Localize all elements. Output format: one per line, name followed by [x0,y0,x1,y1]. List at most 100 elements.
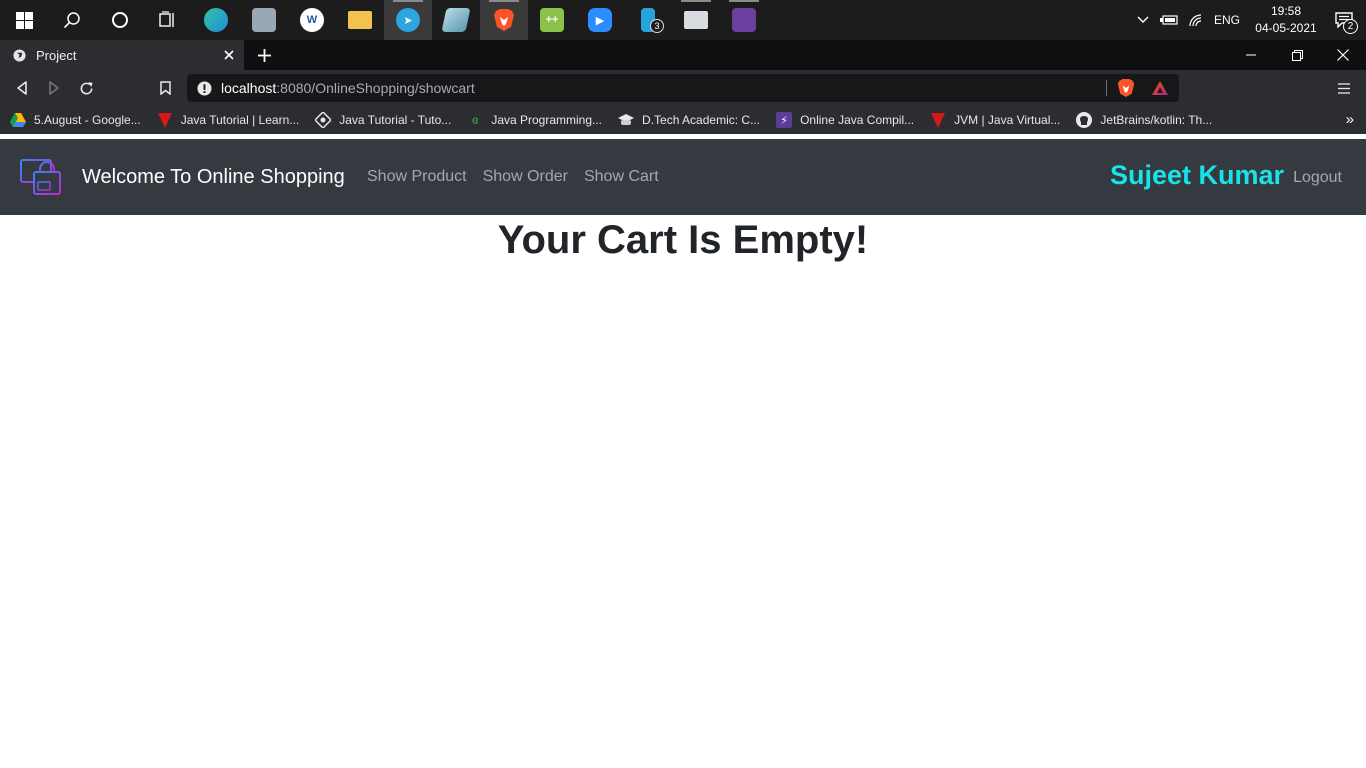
bookmark-item[interactable]: ⚡ Online Java Compil... [776,112,914,128]
phone-link-badge: 3 [650,19,664,33]
brave-rewards-icon[interactable] [1151,80,1169,96]
bookmark-item[interactable]: D.Tech Academic: C... [618,112,760,128]
globe-icon [13,48,26,62]
cortana-button[interactable] [96,0,144,40]
input-language[interactable]: ENG [1208,13,1250,27]
close-window-icon [1337,49,1349,61]
bookmark-item[interactable]: ɞ Java Programming... [467,112,602,128]
tab-title: Project [36,47,77,63]
javatpoint-icon [930,112,946,128]
reload-icon [80,81,93,94]
url-host: localhost [221,80,277,96]
action-center-button[interactable]: 2 [1322,0,1366,40]
notes-app-icon [441,8,471,32]
task-view-icon [159,11,174,27]
file-explorer-icon [348,11,372,29]
taskbar-notes-app[interactable] [432,0,480,40]
start-button[interactable] [0,0,48,40]
taskbar-brave[interactable] [480,0,528,40]
logout-link[interactable]: Logout [1293,169,1342,187]
word-icon: W [300,8,324,32]
clock[interactable]: 19:58 04-05-2021 [1250,3,1322,37]
bookmark-item[interactable]: JetBrains/kotlin: Th... [1076,112,1212,128]
bookmark-page-button[interactable] [151,74,179,102]
game-app-icon [732,8,756,32]
taskbar-notepad-plus[interactable]: ++ [528,0,576,40]
telegram-icon: ➤ [396,8,420,32]
taskbar-word[interactable]: W [288,0,336,40]
javatpoint-icon [157,112,173,128]
wifi-button[interactable] [1182,0,1208,40]
windows-logo-icon [15,11,33,29]
restore-icon [1291,49,1303,61]
task-view-button[interactable] [144,0,192,40]
news-app-icon [684,11,708,29]
bookmark-item[interactable]: Java Tutorial | Learn... [157,112,299,128]
taskbar-edge[interactable] [192,0,240,40]
close-icon [224,50,234,60]
forward-button[interactable] [40,74,68,102]
address-bar-actions [1106,74,1173,102]
browser-toolbar: localhost:8080/OnlineShopping/showcart [0,70,1366,106]
nav-show-product[interactable]: Show Product [367,168,467,186]
brand-title[interactable]: Welcome To Online Shopping [82,166,345,189]
system-tray: ENG 19:58 04-05-2021 2 [1130,0,1366,40]
restore-button[interactable] [1274,40,1320,70]
bookmarks-bar: 5.August - Google... Java Tutorial | Lea… [0,106,1366,134]
close-window-button[interactable] [1320,40,1366,70]
nav-links: Show Product Show Order Show Cart [367,168,675,186]
cortana-icon [112,12,128,28]
back-arrow-icon [17,81,27,95]
tab-project[interactable]: Project [0,40,244,70]
plus-icon [257,48,271,62]
nav-show-cart[interactable]: Show Cart [584,168,659,186]
shopping-logo-icon[interactable] [20,158,64,198]
edge-icon [204,8,228,32]
back-button[interactable] [8,74,36,102]
browser-tab-strip: Project [0,40,1366,70]
academic-cap-icon [618,112,635,128]
bookmark-icon [159,81,171,95]
taskbar-file-explorer[interactable] [336,0,384,40]
taskbar-zoom[interactable]: ▶ [576,0,624,40]
brave-icon [494,9,514,31]
bookmark-item[interactable]: Java Tutorial - Tuto... [315,112,451,128]
minimize-button[interactable] [1228,40,1274,70]
brave-shields-icon[interactable] [1117,78,1135,98]
nav-show-order[interactable]: Show Order [483,168,568,186]
address-bar[interactable]: localhost:8080/OnlineShopping/showcart [187,74,1179,102]
taskbar-telegram[interactable]: ➤ [384,0,432,40]
search-button[interactable] [48,0,96,40]
network-tool-icon [252,8,276,32]
taskbar-game-app[interactable] [720,0,768,40]
notification-count-badge: 2 [1343,19,1358,34]
browser-menu-button[interactable] [1330,74,1358,102]
more-bookmarks-button[interactable]: » [1346,106,1354,134]
info-icon [196,80,212,96]
zoom-icon: ▶ [588,8,612,32]
taskbar-news-app[interactable] [672,0,720,40]
empty-cart-message: Your Cart Is Empty! [497,218,869,262]
new-tab-button[interactable] [252,44,276,66]
geeksforgeeks-icon: ɞ [471,113,479,127]
show-hidden-icons-button[interactable] [1130,0,1156,40]
taskbar-network-tool[interactable] [240,0,288,40]
site-info-button[interactable] [187,80,221,96]
reload-button[interactable] [72,74,100,102]
compiler-icon: ⚡ [776,112,793,128]
minimize-icon [1246,54,1256,56]
windows-taskbar: W ➤ ++ ▶ 3 ENG 19:58 04-05-2021 2 [0,0,1366,40]
bookmark-item[interactable]: 5.August - Google... [10,112,141,128]
clock-date: 04-05-2021 [1255,21,1317,35]
google-drive-icon [10,112,26,128]
address-bar-divider [1106,80,1107,96]
clock-time: 19:58 [1270,4,1302,18]
taskbar-phone-link[interactable]: 3 [624,0,672,40]
chevron-up-icon [1137,16,1149,23]
notepad-plus-icon: ++ [540,8,564,32]
bookmark-item[interactable]: JVM | Java Virtual... [930,112,1060,128]
battery-button[interactable] [1156,0,1182,40]
tab-close-button[interactable] [218,44,240,66]
search-icon [63,12,80,29]
hamburger-menu-icon [1338,82,1350,94]
